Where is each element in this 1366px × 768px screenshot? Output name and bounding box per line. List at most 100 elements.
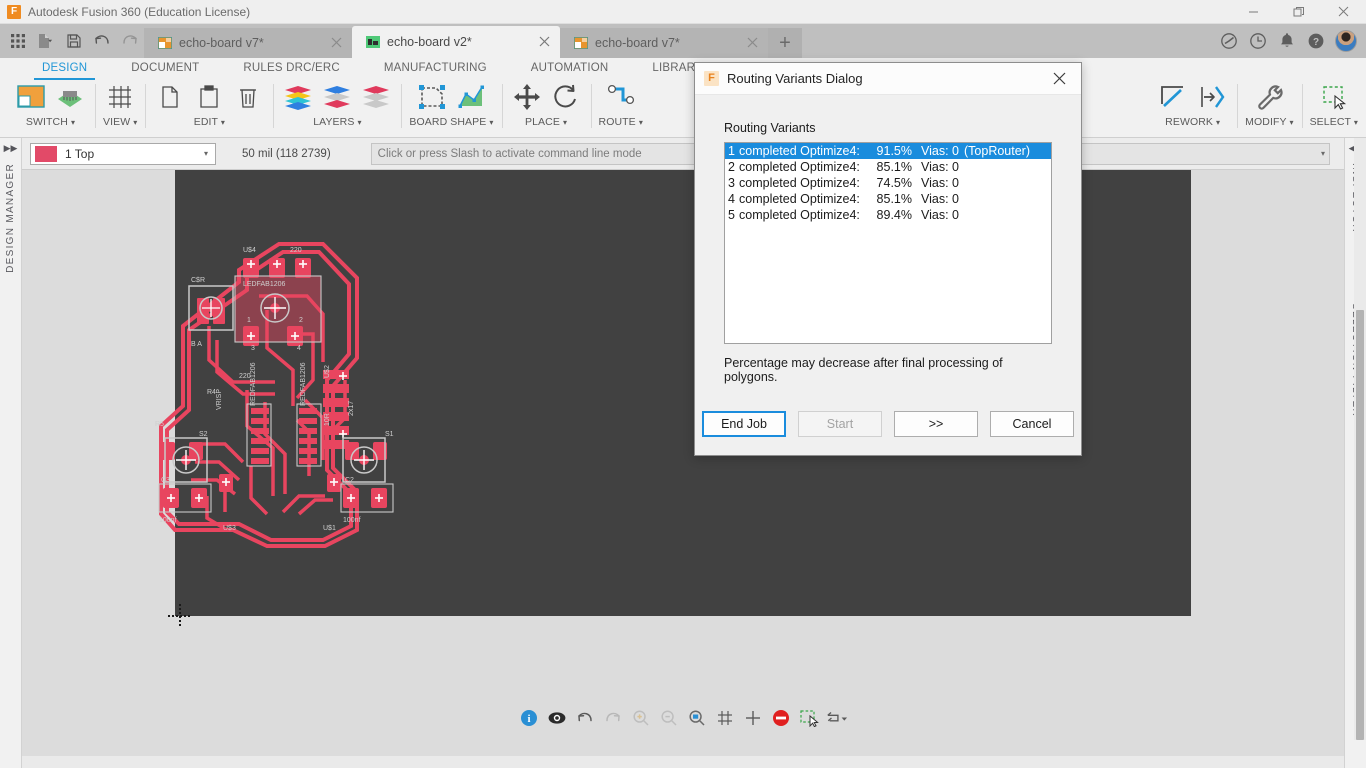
- tab-close-icon[interactable]: [331, 36, 342, 50]
- route-trace-icon[interactable]: [604, 80, 638, 114]
- ribbon-group-modify: MODIFY ▾: [1237, 78, 1301, 136]
- ribbon-group-rework: REWORK ▾: [1148, 78, 1237, 136]
- redo-icon[interactable]: [116, 27, 144, 55]
- vertical-scrollbar[interactable]: [1354, 138, 1366, 740]
- wrench-icon[interactable]: [1252, 80, 1286, 114]
- undo-icon[interactable]: [88, 27, 116, 55]
- move-icon[interactable]: [510, 80, 544, 114]
- tab-close-icon[interactable]: [747, 36, 758, 50]
- new-tab-button[interactable]: +: [768, 28, 802, 58]
- layers-top-icon[interactable]: [320, 80, 354, 114]
- dialog-button-row: End Job Start >> Cancel: [695, 411, 1081, 437]
- layers-all-icon[interactable]: [281, 80, 315, 114]
- notifications-bell-icon[interactable]: [1277, 31, 1297, 51]
- cancel-button[interactable]: Cancel: [990, 411, 1074, 437]
- svg-text:C3: C3: [161, 477, 170, 484]
- layers-bottom-icon[interactable]: [359, 80, 393, 114]
- undo-icon[interactable]: [574, 707, 596, 729]
- user-avatar[interactable]: [1335, 30, 1357, 52]
- chevron-down-icon[interactable]: ▾: [1354, 118, 1358, 127]
- rotate-icon[interactable]: [549, 80, 583, 114]
- tab-echo-board-v2[interactable]: echo-board v2*: [352, 26, 560, 58]
- visibility-eye-icon[interactable]: [546, 707, 568, 729]
- list-item[interactable]: 3 completed Optimize4: 74.5% Vias: 0: [725, 175, 1051, 191]
- list-item[interactable]: 2 completed Optimize4: 85.1% Vias: 0: [725, 159, 1051, 175]
- svg-text:S2: S2: [199, 431, 208, 438]
- chevron-down-icon[interactable]: ▾: [204, 149, 211, 158]
- redo-icon[interactable]: [602, 707, 624, 729]
- board-polygon-icon[interactable]: [454, 80, 488, 114]
- zoom-in-icon[interactable]: [630, 707, 652, 729]
- end-job-button[interactable]: End Job: [702, 411, 786, 437]
- routing-variants-list[interactable]: 1 completed Optimize4: 91.5% Vias: 0 (To…: [724, 142, 1052, 344]
- ribbon-tab-automation[interactable]: AUTOMATION: [509, 58, 631, 78]
- vertical-scrollbar-thumb[interactable]: [1356, 310, 1364, 740]
- expand-panel-icon[interactable]: ▶▶: [4, 138, 18, 157]
- grid-apps-icon[interactable]: [4, 27, 32, 55]
- chevron-down-icon[interactable]: ▾: [489, 118, 493, 127]
- ribbon-group-place: PLACE ▾: [501, 78, 591, 136]
- tab-close-icon[interactable]: [539, 35, 550, 49]
- grid-toggle-icon[interactable]: [714, 707, 736, 729]
- tab-label: echo-board v7*: [595, 36, 680, 50]
- dialog-close-button[interactable]: [1037, 63, 1081, 94]
- ribbon-tab-document[interactable]: DOCUMENT: [109, 58, 221, 78]
- marquee-select-icon[interactable]: [1317, 80, 1351, 114]
- minimize-button[interactable]: [1231, 0, 1276, 24]
- list-item[interactable]: 5 completed Optimize4: 89.4% Vias: 0: [725, 207, 1051, 223]
- delete-icon[interactable]: [231, 80, 265, 114]
- chevron-down-icon[interactable]: ▾: [1321, 149, 1325, 158]
- switch-board-icon[interactable]: [53, 80, 87, 114]
- board-outline-icon[interactable]: [415, 80, 449, 114]
- chevron-down-icon[interactable]: ▾: [563, 118, 567, 127]
- help-icon[interactable]: ?: [1306, 31, 1326, 51]
- chevron-down-icon[interactable]: ▾: [133, 118, 137, 127]
- layer-select[interactable]: 1 Top ▾: [30, 142, 216, 165]
- stop-icon[interactable]: [770, 707, 792, 729]
- paste-icon[interactable]: [192, 80, 226, 114]
- chevron-down-icon[interactable]: ▾: [221, 118, 225, 127]
- tab-echo-board-v7-right[interactable]: echo-board v7*: [560, 28, 768, 58]
- close-button[interactable]: [1321, 0, 1366, 24]
- dialog-note: Percentage may decrease after final proc…: [724, 356, 1003, 384]
- chevron-down-icon[interactable]: ▾: [357, 118, 361, 127]
- chevron-down-icon[interactable]: ▾: [71, 118, 75, 127]
- pcb-canvas[interactable]: U$4 220 LEDFAB1206 1 2 3 4 C$R B A R5 R4 V…: [22, 170, 1344, 768]
- switch-schematic-icon[interactable]: [14, 80, 48, 114]
- job-status-icon[interactable]: [1219, 31, 1239, 51]
- routing-variants-dialog[interactable]: Routing Variants Dialog Routing Variants…: [694, 62, 1082, 456]
- restore-button[interactable]: [1276, 0, 1321, 24]
- group-label: BOARD SHAPE: [409, 116, 487, 128]
- ribbon-tab-rules[interactable]: RULES DRC/ERC: [221, 58, 362, 78]
- design-manager-rail[interactable]: ▶▶ DESIGN MANAGER: [0, 138, 22, 768]
- start-button[interactable]: Start: [798, 411, 882, 437]
- rail-label-design-manager[interactable]: DESIGN MANAGER: [5, 157, 16, 279]
- variant-vias: Vias: 0: [921, 160, 959, 174]
- zoom-out-icon[interactable]: [658, 707, 680, 729]
- zoom-fit-icon[interactable]: [686, 707, 708, 729]
- marquee-select-icon[interactable]: [798, 707, 820, 729]
- variant-note: (TopRouter): [964, 144, 1030, 158]
- ribbon-tab-design[interactable]: DESIGN: [20, 58, 109, 80]
- grid-view-icon[interactable]: [103, 80, 137, 114]
- crosshair-icon[interactable]: [742, 707, 764, 729]
- recent-activity-icon[interactable]: [1248, 31, 1268, 51]
- save-icon[interactable]: [60, 27, 88, 55]
- copy-icon[interactable]: [153, 80, 187, 114]
- tab-echo-board-v7-left[interactable]: echo-board v7*: [144, 28, 352, 58]
- ribbon-tab-manufacturing[interactable]: MANUFACTURING: [362, 58, 509, 78]
- snap-dropdown-icon[interactable]: [826, 707, 848, 729]
- list-item[interactable]: 1 completed Optimize4: 91.5% Vias: 0 (To…: [725, 143, 1051, 159]
- chevron-down-icon[interactable]: ▾: [1289, 118, 1293, 127]
- new-file-icon[interactable]: [32, 27, 60, 55]
- view-toolbar: i: [22, 704, 1344, 732]
- pcb-layout-artwork[interactable]: U$4 220 LEDFAB1206 1 2 3 4 C$R B A R5 R4 V…: [147, 230, 407, 563]
- info-icon[interactable]: i: [518, 707, 540, 729]
- next-button[interactable]: >>: [894, 411, 978, 437]
- rework-miter-icon[interactable]: [1156, 80, 1190, 114]
- chevron-down-icon[interactable]: ▾: [639, 118, 643, 127]
- horizontal-scrollbar[interactable]: [22, 756, 1344, 768]
- chevron-down-icon[interactable]: ▾: [1216, 118, 1220, 127]
- rework-extend-icon[interactable]: [1195, 80, 1229, 114]
- list-item[interactable]: 4 completed Optimize4: 85.1% Vias: 0: [725, 191, 1051, 207]
